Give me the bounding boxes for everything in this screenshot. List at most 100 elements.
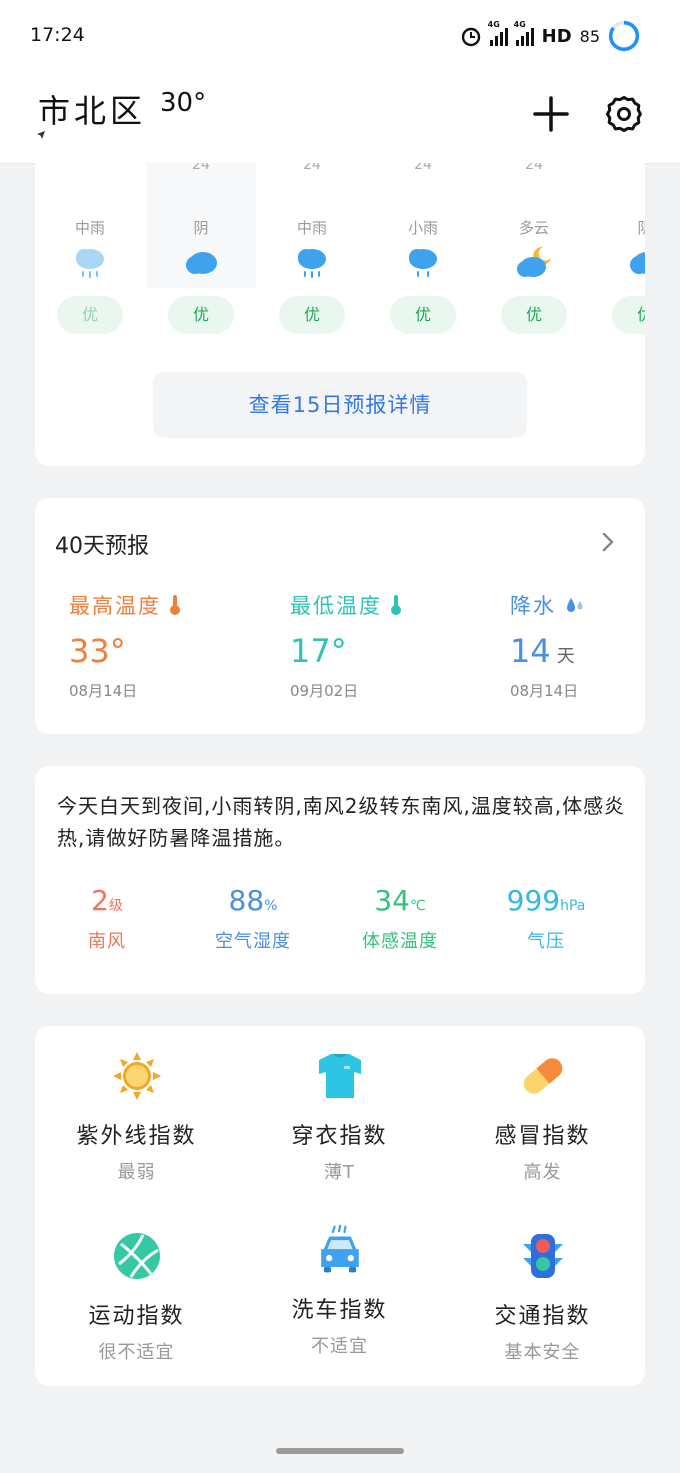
forecast-condition: 中雨 bbox=[296, 219, 327, 237]
wind-label: 南风 bbox=[88, 931, 126, 952]
car-icon bbox=[320, 1224, 359, 1273]
pressure-metric: 999hPa 气压 bbox=[476, 884, 616, 953]
min-temp-date: 09月02日 bbox=[290, 682, 359, 700]
add-city-button[interactable] bbox=[531, 94, 571, 134]
feels-like-label: 体感温度 bbox=[362, 931, 438, 952]
clothing-index-value: 薄T bbox=[324, 1162, 355, 1183]
weather-summary-card: 今天白天到夜间,小雨转阴,南风2级转东南风,温度较高,体感炎热,请做好防暑降温措… bbox=[35, 766, 645, 994]
rain-cloud-icon bbox=[409, 249, 437, 277]
carwash-index-item[interactable]: 洗车指数 不适宜 bbox=[238, 1224, 441, 1358]
forecast-40-day-card[interactable]: 40天预报 最高温度 33° 08月14日 最低温度 17° 09月02日 降水 bbox=[35, 498, 645, 734]
aqi-badge: 优 bbox=[168, 296, 234, 334]
alarm-icon bbox=[461, 27, 480, 47]
cold-index-item[interactable]: 感冒指数 高发 bbox=[441, 1050, 644, 1184]
feels-like-value: 34 bbox=[374, 884, 410, 917]
hd-indicator: HD bbox=[541, 25, 572, 47]
signal-strength-icon: 4G bbox=[488, 20, 508, 46]
carwash-index-value: 不适宜 bbox=[311, 1336, 368, 1357]
max-temp-date: 08月14日 bbox=[69, 682, 138, 700]
thermometer-hot-icon bbox=[170, 595, 180, 615]
min-temp-label: 最低温度 bbox=[290, 594, 382, 618]
wind-metric: 2级 南风 bbox=[37, 884, 177, 953]
forecast-condition: 中雨 bbox=[74, 219, 105, 237]
uv-index-item[interactable]: 紫外线指数 最弱 bbox=[35, 1050, 238, 1184]
current-temperature: 30° bbox=[160, 88, 207, 118]
forecast-strip-card: 中雨 优 24 阴 优 24 中雨 优 24 小雨 优 24 多云 优 阴 优 … bbox=[35, 163, 645, 466]
view-15-day-forecast-button[interactable]: 查看15日预报详情 bbox=[153, 372, 527, 438]
humidity-unit: % bbox=[264, 898, 278, 914]
status-icons: 4G 4G HD 85 bbox=[460, 18, 640, 54]
forecast-temp-value: 24 bbox=[414, 163, 432, 173]
precipitation-unit: 天 bbox=[556, 646, 575, 667]
forecast-temp-value: 24 bbox=[192, 163, 210, 173]
min-temp-value: 17° bbox=[290, 632, 347, 670]
uv-index-value: 最弱 bbox=[117, 1162, 156, 1183]
sport-index-title: 运动指数 bbox=[88, 1304, 185, 1329]
tshirt-icon bbox=[318, 1054, 361, 1098]
app-header: 市北区 30° bbox=[0, 72, 680, 164]
precipitation-date: 08月14日 bbox=[510, 682, 579, 700]
aqi-badge: 优 bbox=[390, 296, 456, 334]
pressure-value: 999 bbox=[506, 884, 561, 917]
traffic-index-item[interactable]: 交通指数 基本安全 bbox=[441, 1230, 644, 1364]
ball-icon bbox=[113, 1233, 160, 1279]
forecast-day[interactable]: 24 中雨 优 bbox=[257, 163, 367, 343]
aqi-badge: 优 bbox=[279, 296, 345, 334]
precipitation-label: 降水 bbox=[510, 594, 556, 618]
forecast-temp-value: 24 bbox=[303, 163, 321, 173]
clothing-index-title: 穿衣指数 bbox=[291, 1124, 388, 1149]
max-temp-label: 最高温度 bbox=[69, 594, 161, 618]
wind-level: 2 bbox=[91, 884, 109, 917]
forecast-temp-value: 24 bbox=[525, 163, 543, 173]
city-name[interactable]: 市北区 bbox=[38, 86, 146, 132]
forecast-day-selected[interactable]: 24 阴 优 bbox=[146, 163, 256, 334]
aqi-badge: 优 bbox=[612, 296, 645, 334]
battery-level: 85 bbox=[579, 26, 600, 46]
cloudy-moon-icon bbox=[517, 246, 551, 277]
sport-index-value: 很不适宜 bbox=[98, 1342, 175, 1363]
forecast-day[interactable]: 中雨 优 bbox=[35, 163, 145, 343]
humidity-metric: 88% 空气湿度 bbox=[183, 884, 323, 953]
battery-ring-icon bbox=[608, 20, 640, 52]
traffic-index-value: 基本安全 bbox=[504, 1342, 581, 1363]
cold-index-title: 感冒指数 bbox=[494, 1124, 591, 1149]
status-bar: 17:24 4G 4G HD 85 bbox=[0, 0, 680, 72]
overcast-cloud-icon bbox=[186, 252, 217, 274]
location-arrow-icon bbox=[37, 131, 45, 139]
max-temp-value: 33° bbox=[69, 632, 126, 670]
forecast-day[interactable]: 24 小雨 优 bbox=[368, 163, 478, 343]
forecast-condition: 阴 bbox=[637, 219, 645, 237]
forecast-condition: 阴 bbox=[193, 219, 209, 237]
signal-strength-icon-2: 4G bbox=[514, 20, 534, 46]
carwash-index-title: 洗车指数 bbox=[291, 1298, 388, 1323]
pressure-label: 气压 bbox=[527, 931, 565, 952]
uv-index-title: 紫外线指数 bbox=[76, 1124, 197, 1149]
overcast-cloud-icon bbox=[630, 252, 645, 274]
thermometer-cold-icon bbox=[391, 595, 401, 615]
rain-cloud-icon bbox=[76, 249, 104, 278]
life-index-card: 紫外线指数 最弱 穿衣指数 薄T 感冒指数 高发 运动指数 很不适宜 洗车指数 … bbox=[35, 1026, 645, 1386]
feels-like-metric: 34℃ 体感温度 bbox=[330, 884, 470, 953]
precipitation-block: 降水 14 天 08月14日 bbox=[510, 590, 645, 701]
sun-icon bbox=[112, 1052, 161, 1100]
cold-index-value: 高发 bbox=[523, 1162, 562, 1183]
forecast-40-title: 40天预报 bbox=[55, 534, 149, 559]
raindrop-icon bbox=[567, 598, 583, 612]
forecast-day[interactable]: 阴 优 bbox=[590, 163, 645, 343]
weather-summary-text: 今天白天到夜间,小雨转阴,南风2级转东南风,温度较高,体感炎热,请做好防暑降温措… bbox=[57, 794, 626, 850]
aqi-badge: 优 bbox=[57, 296, 123, 334]
forecast-condition: 多云 bbox=[518, 219, 549, 237]
settings-gear-icon[interactable] bbox=[604, 94, 644, 134]
feels-like-unit: ℃ bbox=[409, 898, 426, 914]
clothing-index-item[interactable]: 穿衣指数 薄T bbox=[238, 1050, 441, 1184]
home-indicator[interactable] bbox=[276, 1448, 404, 1454]
forecast-day[interactable]: 24 多云 优 bbox=[479, 163, 589, 343]
pill-icon bbox=[523, 1058, 562, 1094]
humidity-value: 88 bbox=[228, 884, 265, 917]
rain-cloud-icon bbox=[298, 249, 326, 278]
daily-forecast-strip[interactable]: 中雨 优 24 阴 优 24 中雨 优 24 小雨 优 24 多云 优 阴 优 bbox=[35, 163, 645, 343]
chevron-right-icon[interactable] bbox=[601, 532, 615, 552]
traffic-light-icon bbox=[522, 1234, 563, 1278]
sport-index-item[interactable]: 运动指数 很不适宜 bbox=[35, 1230, 238, 1364]
pressure-unit: hPa bbox=[560, 898, 586, 914]
